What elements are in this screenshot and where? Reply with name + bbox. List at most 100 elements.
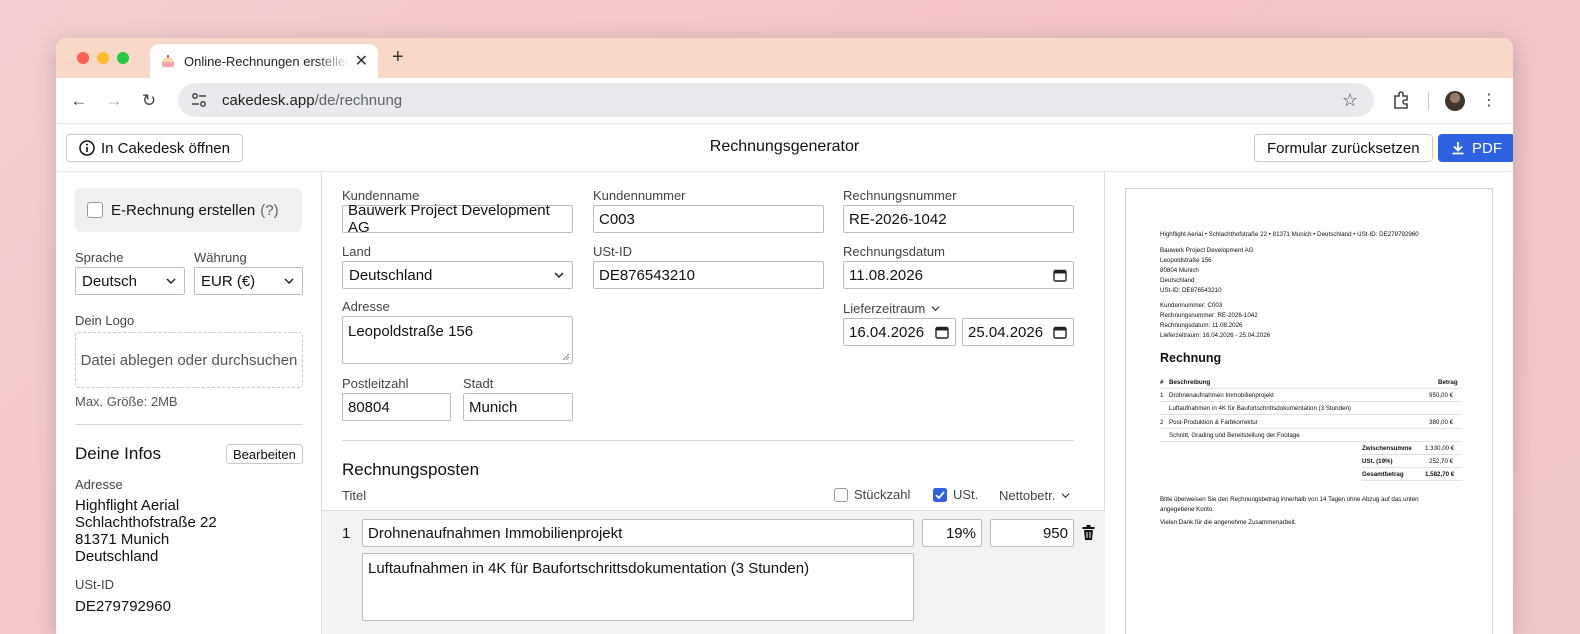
tab-title: Online-Rechnungen erstellen xyxy=(184,53,349,69)
sender-address-line: Deutschland xyxy=(75,548,159,565)
preview-meta-line: Lieferzeitraum: 16.04.2026 - 25.04.2026 xyxy=(1160,332,1271,339)
edit-info-button[interactable]: Bearbeiten xyxy=(226,444,303,464)
preview-row-amount: 380,00 € xyxy=(1429,419,1454,426)
qty-label: Stückzahl xyxy=(854,487,911,502)
customer-vat-input[interactable]: DE876543210 xyxy=(593,261,824,289)
position-net-input[interactable]: 950 xyxy=(990,519,1074,547)
vat-toggle[interactable]: USt. xyxy=(933,487,978,502)
address-value: Leopoldstraße 156 xyxy=(348,323,474,340)
customer-number-input[interactable]: C003 xyxy=(593,205,824,233)
preview-rule xyxy=(1160,414,1462,415)
qty-checkbox[interactable] xyxy=(834,487,848,502)
preview-tax-label: USt. (19%) xyxy=(1362,458,1393,465)
address-textarea[interactable]: Leopoldstraße 156 xyxy=(342,316,573,364)
calendar-icon[interactable] xyxy=(1053,325,1067,339)
preview-payment-note: Bitte überweisen Sie den Rechnungsbetrag… xyxy=(1160,496,1419,503)
preview-subtotal: 1.330,00 € xyxy=(1425,445,1455,452)
position-description-textarea[interactable]: Luftaufnahmen in 4K für Baufortschrittsd… xyxy=(362,553,914,621)
site-settings-icon[interactable] xyxy=(190,91,208,109)
period-label: Lieferzeitraum xyxy=(843,301,926,316)
calendar-icon[interactable] xyxy=(1053,268,1067,282)
invoice-form: Kundenname Bauwerk Project Development A… xyxy=(322,172,1105,634)
invoice-date-label: Rechnungsdatum xyxy=(843,244,945,259)
preview-rule xyxy=(1362,454,1462,455)
resize-handle-icon[interactable] xyxy=(562,353,570,361)
minimize-window-button[interactable] xyxy=(97,52,109,64)
maximize-window-button[interactable] xyxy=(117,52,129,64)
invoice-date-input[interactable]: 11.08.2026 xyxy=(843,261,1074,289)
preview-subtotal-label: Zwischensumme xyxy=(1362,445,1412,452)
country-label: Land xyxy=(342,244,371,259)
forward-icon[interactable]: → xyxy=(103,90,125,112)
invoice-date-value: 11.08.2026 xyxy=(849,266,923,284)
logo-label: Dein Logo xyxy=(75,313,135,328)
profile-avatar[interactable] xyxy=(1445,91,1465,111)
preview-rule xyxy=(1160,441,1462,442)
reset-form-button[interactable]: Formular zurücksetzen xyxy=(1254,134,1433,162)
sender-address-line: 81371 Munich xyxy=(75,531,170,548)
extensions-icon[interactable] xyxy=(1391,89,1413,111)
position-row: 1 Drohnenaufnahmen Immobilienprojekt 19%… xyxy=(322,510,1105,634)
erechnung-help[interactable]: (?) xyxy=(260,202,278,219)
address-label: Adresse xyxy=(342,299,390,314)
close-tab-icon[interactable]: ✕ xyxy=(355,51,368,71)
chevron-down-icon xyxy=(931,306,940,312)
address-bar[interactable]: cakedesk.app/de/rechnung ☆ xyxy=(178,83,1374,117)
invoice-number-input[interactable]: RE-2026-1042 xyxy=(843,205,1074,233)
sender-address-line: Schlachthofstraße 22 xyxy=(75,514,217,531)
preview-payment-note: angegebene Konto. xyxy=(1160,506,1215,513)
position-index: 1 xyxy=(342,525,351,542)
net-label: Nettobetr. xyxy=(999,488,1056,503)
pdf-label: PDF xyxy=(1472,139,1502,157)
city-input[interactable]: Munich xyxy=(463,393,573,421)
chevron-down-icon xyxy=(166,278,176,285)
trash-icon[interactable] xyxy=(1082,525,1095,540)
preview-recipient-line: Deutschland xyxy=(1160,277,1195,284)
reload-icon[interactable]: ↻ xyxy=(138,90,160,112)
back-icon[interactable]: ← xyxy=(68,90,90,112)
invoice-number-label: Rechnungsnummer xyxy=(843,188,957,203)
preview-meta-line: Rechnungsnummer: RE-2026-1042 xyxy=(1160,312,1258,319)
close-window-button[interactable] xyxy=(77,52,89,64)
logo-dropzone[interactable]: Datei ablegen oder durchsuchen xyxy=(75,332,303,388)
preview-recipient-line: 80804 Munich xyxy=(1160,267,1199,274)
positions-title: Rechnungsposten xyxy=(342,460,480,479)
currency-label: Währung xyxy=(194,250,247,265)
customer-name-input[interactable]: Bauwerk Project Development AG xyxy=(342,202,573,236)
preview-total: 1.582,70 € xyxy=(1425,471,1455,478)
period-toggle[interactable]: Lieferzeitraum xyxy=(843,301,1074,316)
country-select[interactable]: Deutschland xyxy=(342,261,573,289)
position-title-input[interactable]: Drohnenaufnahmen Immobilienprojekt xyxy=(362,519,914,547)
period-from-input[interactable]: 16.04.2026 xyxy=(843,318,956,346)
calendar-icon[interactable] xyxy=(935,325,949,339)
invoice-preview-pane: Highflight Aerial • Schlachthofstraße 22… xyxy=(1105,172,1513,634)
erechnung-toggle[interactable]: E-Rechnung erstellen (?) xyxy=(75,188,302,232)
net-toggle[interactable]: Nettobetr. xyxy=(999,488,1070,503)
browser-tab[interactable]: Online-Rechnungen erstellen ✕ xyxy=(150,44,378,78)
period-to-input[interactable]: 25.04.2026 xyxy=(962,318,1074,346)
zip-input[interactable]: 80804 xyxy=(342,393,451,421)
chevron-down-icon xyxy=(554,272,564,279)
bookmark-star-icon[interactable]: ☆ xyxy=(1342,90,1358,111)
vat-label: USt. xyxy=(953,487,979,502)
currency-select[interactable]: EUR (€) xyxy=(194,267,303,295)
zip-label: Postleitzahl xyxy=(342,376,409,391)
erechnung-checkbox[interactable] xyxy=(87,202,103,218)
menu-kebab-icon[interactable]: ⋮ xyxy=(1481,90,1497,110)
logo-max-size: Max. Größe: 2MB xyxy=(75,394,178,409)
new-tab-icon[interactable]: + xyxy=(392,46,404,69)
invoice-preview-document: Highflight Aerial • Schlachthofstraße 22… xyxy=(1125,188,1493,634)
preview-sender-line: Highflight Aerial • Schlachthofstraße 22… xyxy=(1160,231,1419,238)
form-divider xyxy=(342,440,1074,441)
vat-checkbox-checked-icon[interactable] xyxy=(933,487,947,502)
chevron-down-icon xyxy=(1061,493,1070,499)
position-vat-input[interactable]: 19% xyxy=(922,519,982,547)
browser-window: Online-Rechnungen erstellen ✕ + ← → ↻ ca… xyxy=(56,38,1513,634)
language-select[interactable]: Deutsch xyxy=(75,267,185,295)
erechnung-label: E-Rechnung erstellen xyxy=(111,201,256,219)
chevron-down-icon xyxy=(284,278,294,285)
download-pdf-button[interactable]: PDF xyxy=(1438,134,1513,162)
customer-name-label: Kundenname xyxy=(342,188,420,203)
language-value: Deutsch xyxy=(82,272,138,290)
qty-toggle[interactable]: Stückzahl xyxy=(834,487,910,502)
